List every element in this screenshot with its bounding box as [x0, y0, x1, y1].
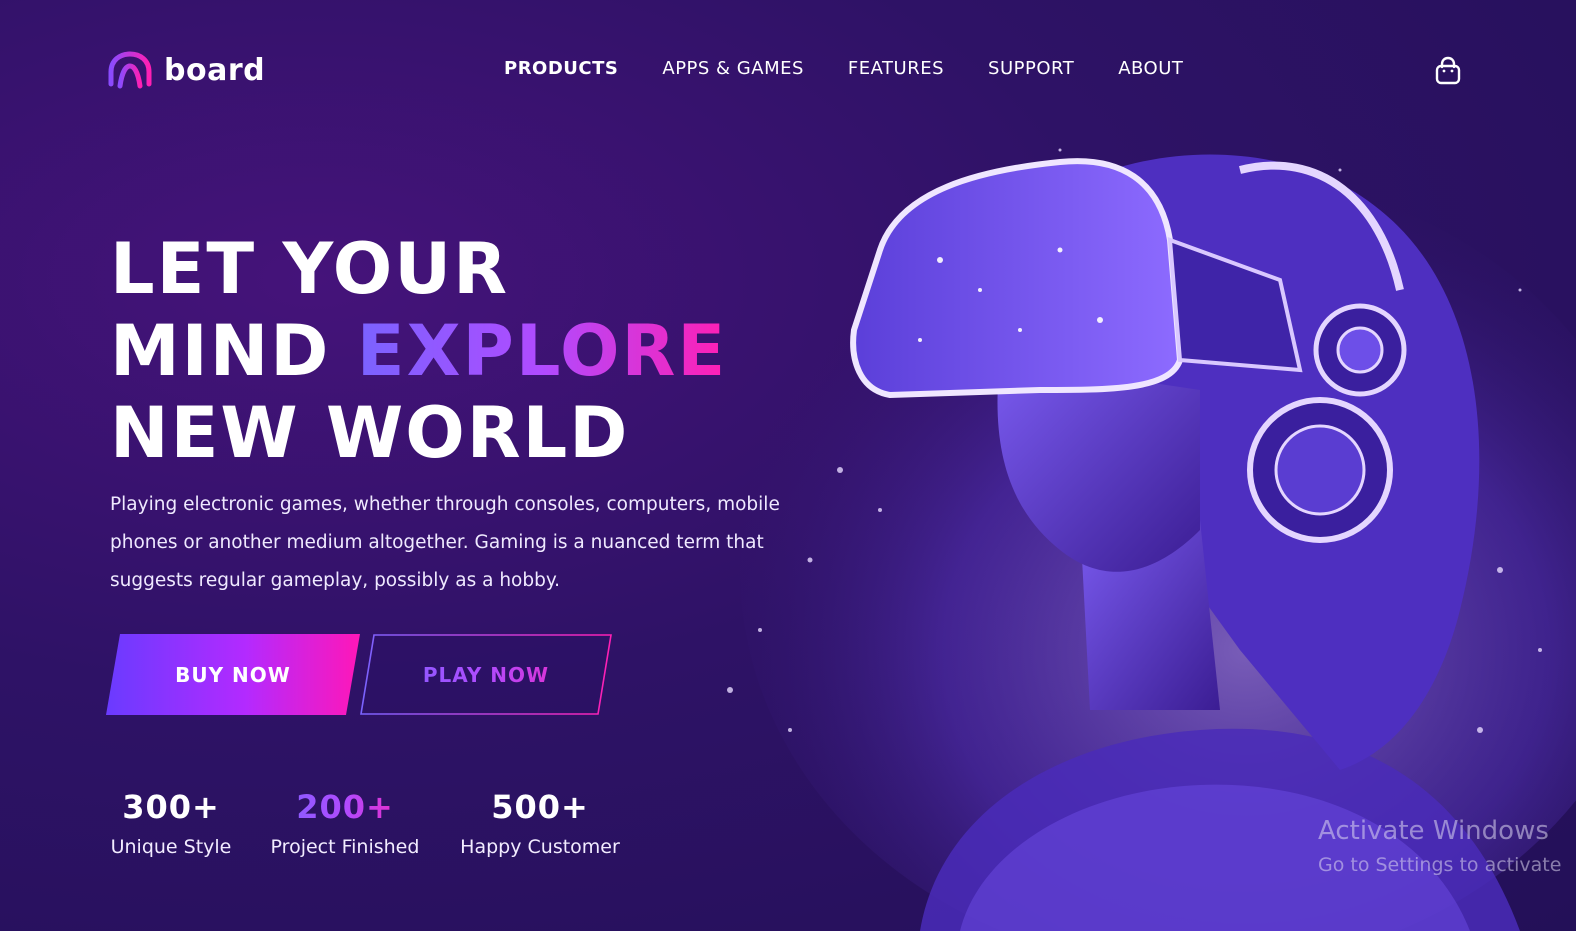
- stat-unique-style: 300+ Unique Style: [108, 788, 234, 858]
- watermark-subtitle: Go to Settings to activate: [1318, 854, 1562, 876]
- nav-item-support[interactable]: SUPPORT: [988, 58, 1074, 79]
- nav-item-apps-games[interactable]: APPS & GAMES: [662, 58, 804, 79]
- watermark-title: Activate Windows: [1318, 816, 1549, 846]
- stat-label: Happy Customer: [460, 836, 620, 858]
- nav-item-features[interactable]: FEATURES: [848, 58, 944, 79]
- headline-line-3: NEW WORLD: [110, 392, 630, 474]
- stat-label: Unique Style: [110, 836, 232, 858]
- brand-logo[interactable]: board: [106, 50, 265, 90]
- buy-now-button[interactable]: BUY NOW: [106, 634, 360, 715]
- main-nav: PRODUCTS APPS & GAMES FEATURES SUPPORT A…: [504, 58, 1183, 79]
- nav-item-about[interactable]: ABOUT: [1118, 58, 1183, 79]
- stat-number: 500+: [491, 788, 589, 826]
- stat-happy-customer: 500+ Happy Customer: [458, 788, 622, 858]
- nav-item-products[interactable]: PRODUCTS: [504, 58, 618, 79]
- board-logo-icon: [108, 51, 152, 89]
- landing-page: board PRODUCTS APPS & GAMES FEATURES SUP…: [0, 0, 1576, 931]
- play-now-label: PLAY NOW: [360, 634, 612, 715]
- hero-headline: LET YOUR MIND EXPLORE NEW WORLD: [110, 228, 790, 474]
- headline-line-2: MIND EXPLORE: [110, 310, 790, 392]
- stat-number: 300+: [122, 788, 220, 826]
- stat-label: Project Finished: [270, 836, 420, 858]
- headline-line-1: LET YOUR: [110, 228, 509, 310]
- play-now-button[interactable]: PLAY NOW: [360, 634, 612, 715]
- headline-line-2-plain: MIND: [110, 310, 357, 392]
- buy-now-label: BUY NOW: [175, 662, 291, 687]
- headline-accent-word: EXPLORE: [356, 310, 728, 392]
- hero-description: Playing electronic games, whether throug…: [110, 494, 780, 591]
- stat-project-finished: 200+ Project Finished: [266, 788, 424, 858]
- shopping-bag-icon[interactable]: [1434, 56, 1462, 86]
- activate-windows-watermark: Activate Windows Go to Settings to activ…: [1318, 816, 1561, 876]
- brand-name: board: [164, 52, 266, 88]
- stat-number: 200+: [266, 788, 424, 826]
